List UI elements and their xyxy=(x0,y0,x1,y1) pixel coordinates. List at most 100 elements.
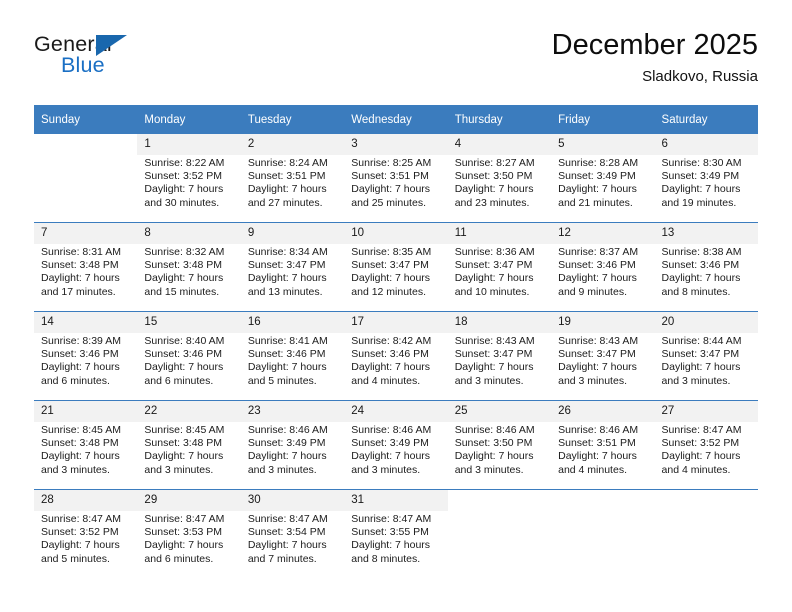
day-details: Sunrise: 8:45 AM Sunset: 3:48 PM Daylight:… xyxy=(34,422,137,477)
calendar-day-cell[interactable]: 17 Sunrise: 8:42 AM Sunset: 3:46 PM Dayligh… xyxy=(344,311,448,401)
sunrise-text: Sunrise: 8:47 AM xyxy=(144,513,225,525)
calendar-day-cell[interactable]: 27 Sunrise: 8:47 AM Sunset: 3:52 PM Dayligh… xyxy=(654,400,758,490)
brand-logo[interactable]: General Blue xyxy=(34,32,264,92)
calendar-day-cell[interactable]: 7 Sunrise: 8:31 AM Sunset: 3:48 PM Daylight… xyxy=(34,222,138,312)
sunrise-text: Sunrise: 8:30 AM xyxy=(661,157,742,169)
day-number xyxy=(654,490,758,511)
sunrise-text: Sunrise: 8:43 AM xyxy=(454,335,535,347)
calendar-day-cell[interactable]: 13 Sunrise: 8:38 AM Sunset: 3:46 PM Dayligh… xyxy=(654,222,758,312)
calendar-body: 1 Sunrise: 8:22 AM Sunset: 3:52 PM Daylight… xyxy=(34,134,758,578)
sunset-text: Sunset: 3:46 PM xyxy=(661,259,740,272)
calendar-cell-empty xyxy=(551,489,655,578)
day-cell-inner: 30 Sunrise: 8:47 AM Sunset: 3:54 PM Dayligh… xyxy=(240,490,345,578)
daylight-text-line1: Daylight: 7 hours xyxy=(661,361,741,374)
daylight-text-line2: and 3 minutes. xyxy=(454,463,524,476)
calendar-day-cell[interactable]: 3 Sunrise: 8:25 AM Sunset: 3:51 PM Daylight… xyxy=(344,134,448,223)
calendar-day-cell[interactable]: 18 Sunrise: 8:43 AM Sunset: 3:47 PM Dayligh… xyxy=(447,311,552,401)
calendar-day-cell[interactable]: 14 Sunrise: 8:39 AM Sunset: 3:46 PM Dayligh… xyxy=(34,311,138,401)
day-number xyxy=(447,490,552,511)
calendar-day-cell[interactable]: 11 Sunrise: 8:36 AM Sunset: 3:47 PM Dayligh… xyxy=(447,222,552,312)
page-header: General Blue December 2025 Sladkovo, Rus… xyxy=(34,28,758,98)
title-block: December 2025 Sladkovo, Russia xyxy=(552,28,758,88)
day-cell-inner xyxy=(34,134,138,222)
calendar-day-cell[interactable]: 6 Sunrise: 8:30 AM Sunset: 3:49 PM Daylight… xyxy=(654,134,758,223)
calendar-day-cell[interactable]: 30 Sunrise: 8:47 AM Sunset: 3:54 PM Dayligh… xyxy=(240,489,345,578)
calendar-day-cell[interactable]: 4 Sunrise: 8:27 AM Sunset: 3:50 PM Daylight… xyxy=(447,134,552,223)
daylight-text-line2: and 17 minutes. xyxy=(41,285,116,298)
calendar-day-cell[interactable]: 9 Sunrise: 8:34 AM Sunset: 3:47 PM Daylight… xyxy=(240,222,345,312)
day-cell-inner: 1 Sunrise: 8:22 AM Sunset: 3:52 PM Daylight… xyxy=(137,134,241,222)
day-details: Sunrise: 8:30 AM Sunset: 3:49 PM Daylight:… xyxy=(655,155,758,210)
daylight-text-line1: Daylight: 7 hours xyxy=(41,450,120,463)
calendar-day-cell[interactable]: 5 Sunrise: 8:28 AM Sunset: 3:49 PM Daylight… xyxy=(551,134,655,223)
calendar-day-cell[interactable]: 16 Sunrise: 8:41 AM Sunset: 3:46 PM Dayligh… xyxy=(240,311,345,401)
day-cell-inner: 14 Sunrise: 8:39 AM Sunset: 3:46 PM Dayligh… xyxy=(34,312,138,400)
day-cell-inner: 15 Sunrise: 8:40 AM Sunset: 3:46 PM Dayligh… xyxy=(137,312,241,400)
day-cell-inner: 17 Sunrise: 8:42 AM Sunset: 3:46 PM Dayligh… xyxy=(344,312,448,400)
day-number: 29 xyxy=(137,490,241,511)
daylight-text-line2: and 3 minutes. xyxy=(144,463,214,476)
day-details: Sunrise: 8:46 AM Sunset: 3:50 PM Daylight:… xyxy=(448,422,551,477)
calendar-day-cell[interactable]: 12 Sunrise: 8:37 AM Sunset: 3:46 PM Dayligh… xyxy=(551,222,655,312)
day-cell-inner: 7 Sunrise: 8:31 AM Sunset: 3:48 PM Daylight… xyxy=(34,223,138,311)
sunrise-text: Sunrise: 8:34 AM xyxy=(247,246,328,258)
sunrise-text: Sunrise: 8:44 AM xyxy=(661,335,742,347)
daylight-text-line2: and 8 minutes. xyxy=(351,552,421,565)
calendar-day-cell[interactable]: 1 Sunrise: 8:22 AM Sunset: 3:52 PM Daylight… xyxy=(137,134,241,223)
calendar-day-cell[interactable]: 21 Sunrise: 8:45 AM Sunset: 3:48 PM Dayligh… xyxy=(34,400,138,490)
daylight-text-line1: Daylight: 7 hours xyxy=(41,539,120,552)
daylight-text-line1: Daylight: 7 hours xyxy=(351,450,431,463)
calendar-day-cell[interactable]: 26 Sunrise: 8:46 AM Sunset: 3:51 PM Dayligh… xyxy=(551,400,655,490)
daylight-text-line1: Daylight: 7 hours xyxy=(558,361,637,374)
sunset-text: Sunset: 3:47 PM xyxy=(351,259,429,272)
calendar-day-cell[interactable]: 31 Sunrise: 8:47 AM Sunset: 3:55 PM Dayligh… xyxy=(344,489,448,578)
daylight-text-line2: and 3 minutes. xyxy=(41,463,110,476)
day-number xyxy=(34,134,138,155)
day-number: 27 xyxy=(654,401,758,422)
day-number: 22 xyxy=(137,401,241,422)
weekday-header-monday: Monday xyxy=(137,105,241,134)
calendar-day-cell[interactable]: 19 Sunrise: 8:43 AM Sunset: 3:47 PM Dayligh… xyxy=(551,311,655,401)
daylight-text-line2: and 8 minutes. xyxy=(661,285,731,298)
calendar-day-cell[interactable]: 20 Sunrise: 8:44 AM Sunset: 3:47 PM Dayligh… xyxy=(654,311,758,401)
daylight-text-line1: Daylight: 7 hours xyxy=(144,183,224,196)
page-title: December 2025 xyxy=(551,29,758,61)
day-details: Sunrise: 8:47 AM Sunset: 3:53 PM Daylight:… xyxy=(137,511,240,566)
calendar-day-cell[interactable]: 10 Sunrise: 8:35 AM Sunset: 3:47 PM Dayligh… xyxy=(344,222,448,312)
day-number: 3 xyxy=(344,134,448,155)
calendar-day-cell[interactable]: 25 Sunrise: 8:46 AM Sunset: 3:50 PM Dayligh… xyxy=(447,400,552,490)
day-cell-inner: 16 Sunrise: 8:41 AM Sunset: 3:46 PM Dayligh… xyxy=(240,312,345,400)
sunrise-text: Sunrise: 8:24 AM xyxy=(247,157,328,169)
day-number: 16 xyxy=(240,312,345,333)
calendar-day-cell[interactable]: 15 Sunrise: 8:40 AM Sunset: 3:46 PM Dayligh… xyxy=(137,311,241,401)
calendar-day-cell[interactable]: 8 Sunrise: 8:32 AM Sunset: 3:48 PM Daylight… xyxy=(137,222,241,312)
daylight-text-line2: and 23 minutes. xyxy=(454,196,530,209)
daylight-text-line2: and 27 minutes. xyxy=(247,196,323,209)
day-number: 12 xyxy=(551,223,655,244)
sunrise-text: Sunrise: 8:46 AM xyxy=(247,424,328,436)
calendar-day-cell[interactable]: 24 Sunrise: 8:46 AM Sunset: 3:49 PM Dayligh… xyxy=(344,400,448,490)
day-cell-inner: 20 Sunrise: 8:44 AM Sunset: 3:47 PM Dayligh… xyxy=(654,312,758,400)
calendar-day-cell[interactable]: 29 Sunrise: 8:47 AM Sunset: 3:53 PM Dayligh… xyxy=(137,489,241,578)
daylight-text-line1: Daylight: 7 hours xyxy=(247,361,327,374)
calendar-day-cell[interactable]: 28 Sunrise: 8:47 AM Sunset: 3:52 PM Dayligh… xyxy=(34,489,138,578)
day-number: 11 xyxy=(447,223,552,244)
sunset-text: Sunset: 3:48 PM xyxy=(41,259,119,272)
calendar-cell-empty xyxy=(654,489,758,578)
calendar-day-cell[interactable]: 23 Sunrise: 8:46 AM Sunset: 3:49 PM Dayligh… xyxy=(240,400,345,490)
daylight-text-line2: and 19 minutes. xyxy=(661,196,737,209)
calendar-day-cell[interactable]: 22 Sunrise: 8:45 AM Sunset: 3:48 PM Dayligh… xyxy=(137,400,241,490)
brand-name-blue: Blue xyxy=(61,53,105,77)
calendar-table: Sunday Monday Tuesday Wednesday Thursday… xyxy=(34,105,758,578)
sunset-text: Sunset: 3:46 PM xyxy=(247,348,326,361)
daylight-text-line1: Daylight: 7 hours xyxy=(351,361,431,374)
day-cell-inner: 11 Sunrise: 8:36 AM Sunset: 3:47 PM Dayligh… xyxy=(447,223,552,311)
day-details: Sunrise: 8:46 AM Sunset: 3:49 PM Daylight:… xyxy=(241,422,344,477)
sunset-text: Sunset: 3:50 PM xyxy=(454,437,533,450)
sunset-text: Sunset: 3:47 PM xyxy=(558,348,636,361)
daylight-text-line2: and 4 minutes. xyxy=(661,463,731,476)
sunset-text: Sunset: 3:47 PM xyxy=(247,259,326,272)
calendar-day-cell[interactable]: 2 Sunrise: 8:24 AM Sunset: 3:51 PM Daylight… xyxy=(240,134,345,223)
sunset-text: Sunset: 3:49 PM xyxy=(247,437,326,450)
day-details: Sunrise: 8:28 AM Sunset: 3:49 PM Daylight:… xyxy=(551,155,654,210)
